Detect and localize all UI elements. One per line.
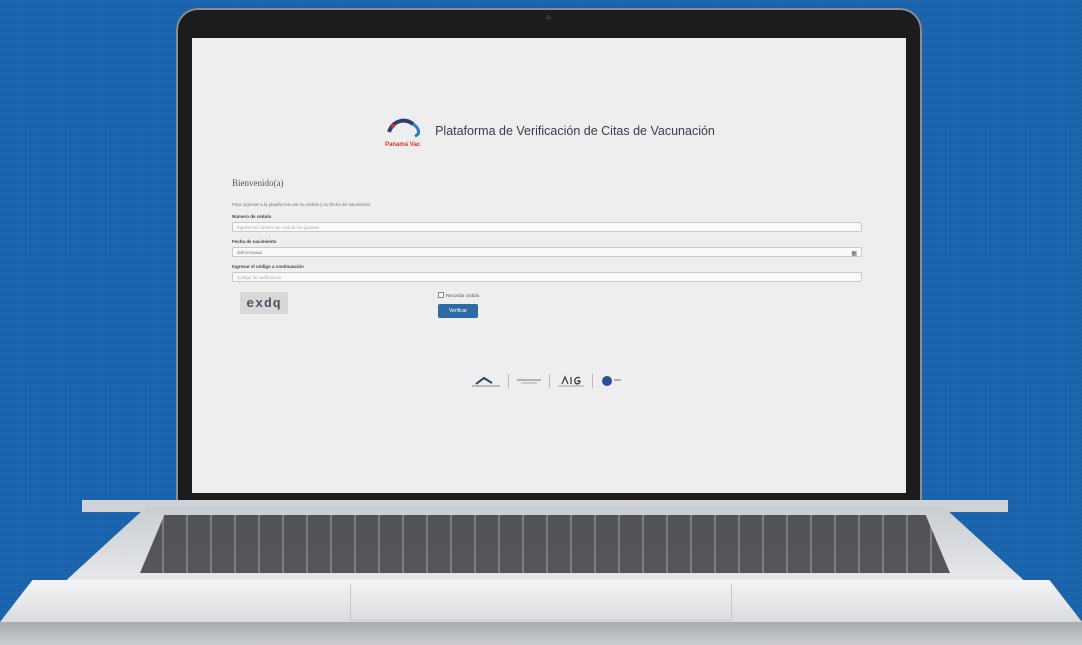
gob-logo-icon — [602, 376, 621, 386]
separator — [592, 374, 593, 388]
logo-text-a: Panamá — [385, 142, 409, 148]
logo-text: Panamá Vac — [385, 142, 420, 148]
cedula-label: Número de cédula — [232, 214, 272, 219]
page-header: Panamá Vac Plataforma de Verificación de… — [192, 114, 906, 148]
trackpad — [350, 584, 732, 621]
footer-logos — [472, 374, 621, 388]
minsa-logo — [472, 375, 500, 387]
captcha-image: exdq — [240, 292, 288, 314]
laptop-screen: Panamá Vac Plataforma de Verificación de… — [192, 38, 906, 493]
cedula-input[interactable]: Ingrese su número de cédula sin guiones — [232, 222, 862, 232]
separator — [549, 374, 550, 388]
minsa-logo-icon — [472, 376, 500, 387]
aig-logo — [558, 375, 584, 387]
camera-icon — [546, 15, 551, 20]
captcha-input[interactable]: Código de verificación — [232, 272, 862, 282]
logo-text-b: Vac — [409, 142, 421, 148]
submit-column: Recordar cédula Verificar — [438, 292, 479, 318]
page-title: Plataforma de Verificación de Citas de V… — [435, 124, 715, 138]
verify-button[interactable]: Verificar — [438, 304, 478, 318]
css-logo-icon — [517, 379, 541, 384]
remember-checkbox[interactable] — [438, 292, 444, 298]
remember-option[interactable]: Recordar cédula — [438, 292, 479, 298]
laptop-lid: Panamá Vac Plataforma de Verificación de… — [176, 8, 922, 510]
login-form: Bienvenido(a) Para ingresar a la platafo… — [232, 178, 862, 318]
css-logo — [517, 375, 541, 387]
keyboard-keys — [140, 515, 950, 573]
laptop-front-edge — [0, 622, 1082, 645]
intro-text: Para ingresar a la plataforma use su céd… — [232, 202, 371, 207]
captcha-row: exdq Recordar cédula Verificar — [232, 292, 862, 318]
dob-input[interactable]: dd/mm/aaaa ▦ — [232, 247, 862, 257]
calendar-icon[interactable]: ▦ — [851, 249, 857, 259]
logo-icon — [387, 118, 421, 138]
dob-label: Fecha de nacimiento — [232, 239, 277, 244]
dob-placeholder: dd/mm/aaaa — [237, 250, 263, 255]
panama-vac-logo: Panamá Vac — [383, 114, 429, 148]
captcha-label: Ingresar el código a continuación — [232, 264, 304, 269]
gob-logo — [601, 375, 621, 387]
aig-logo-icon — [558, 375, 584, 387]
remember-label: Recordar cédula — [446, 292, 480, 298]
separator — [508, 374, 509, 388]
welcome-heading: Bienvenido(a) — [232, 178, 284, 188]
